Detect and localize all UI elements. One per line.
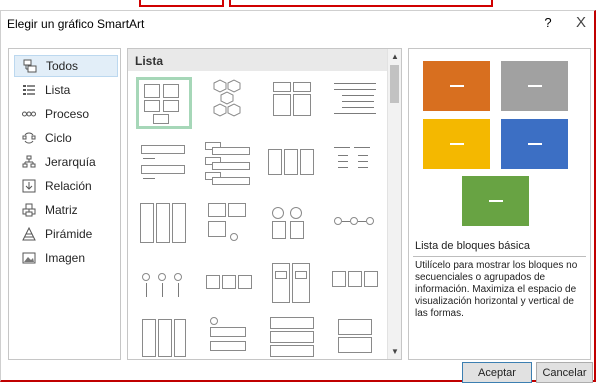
layout-tile-segmented-list[interactable] [264, 315, 320, 359]
category-relacion[interactable]: Relación [14, 175, 118, 197]
title-bar: Elegir un gráfico SmartArt ? X [1, 11, 594, 37]
category-piramide[interactable]: Pirámide [14, 223, 118, 245]
layout-tile-basic-block-list[interactable] [136, 77, 192, 129]
category-matriz[interactable]: Matriz [14, 199, 118, 221]
picture-icon [21, 250, 37, 266]
category-jerarquia[interactable]: Jerarquía [14, 151, 118, 173]
layout-tile-square-block-list[interactable] [328, 259, 384, 311]
category-label: Lista [45, 83, 71, 97]
layout-tile-table-list[interactable] [328, 139, 384, 191]
pyramid-icon [21, 226, 37, 242]
preview-block-yellow [423, 119, 490, 169]
category-list: Todos Lista Proceso Ciclo Jerarquía Rela… [8, 48, 121, 360]
preview-description: Utilícelo para mostrar los bloques no se… [415, 260, 578, 319]
preview-block-orange [423, 61, 490, 111]
layout-tile-horizontal-bullet-list[interactable] [264, 77, 320, 129]
category-ciclo[interactable]: Ciclo [14, 127, 118, 149]
layout-tile-lined-list[interactable] [328, 77, 384, 129]
help-button[interactable]: ? [541, 15, 555, 30]
close-button[interactable]: X [574, 14, 588, 31]
layout-tile-block-matrix-list[interactable] [328, 315, 384, 359]
all-icon [22, 58, 38, 74]
layout-tile-vertical-arrow-list[interactable] [200, 315, 256, 359]
category-todos[interactable]: Todos [14, 55, 118, 77]
layout-tile-grouped-list[interactable] [264, 259, 320, 311]
matrix-icon [21, 202, 37, 218]
scroll-down-icon[interactable]: ▼ [391, 347, 399, 356]
smartart-dialog: Elegir un gráfico SmartArt ? X Todos Lis… [0, 10, 596, 383]
layout-tile-hexagon-list[interactable] [200, 77, 256, 129]
category-label: Relación [45, 179, 92, 193]
layout-tile-vertical-bullet-list[interactable] [136, 139, 192, 191]
hierarchy-icon [21, 154, 37, 170]
cancel-button[interactable]: Cancelar [536, 362, 593, 383]
scroll-up-icon[interactable]: ▲ [391, 52, 399, 61]
list-icon [21, 82, 37, 98]
preview-block-green [462, 176, 529, 226]
relationship-icon [21, 178, 37, 194]
background-outline [229, 0, 493, 7]
layout-tile-vertical-circle-list[interactable] [136, 315, 192, 359]
scroll-thumb[interactable] [390, 65, 399, 103]
dialog-title: Elegir un gráfico SmartArt [7, 17, 145, 31]
cycle-icon [21, 130, 37, 146]
category-label: Matriz [45, 203, 78, 217]
layout-tile-trapezoid-list[interactable] [136, 199, 192, 251]
category-label: Jerarquía [45, 155, 96, 169]
preview-title: Lista de bloques básica [415, 240, 530, 252]
preview-panel: Lista de bloques básica Utilícelo para m… [408, 48, 591, 360]
layout-tile-bubble-list[interactable] [328, 199, 384, 251]
preview-divider [413, 256, 586, 257]
preview-block-gray [501, 61, 568, 111]
category-proceso[interactable]: Proceso [14, 103, 118, 125]
gallery-heading: Lista [128, 49, 388, 71]
category-label: Pirámide [45, 227, 93, 241]
layout-tile-stacked-list[interactable] [264, 139, 320, 191]
category-label: Proceso [45, 107, 90, 121]
gallery-scrollbar[interactable]: ▲ ▼ [387, 49, 401, 359]
preview-block-blue [501, 119, 568, 169]
layout-tile-pin-list[interactable] [136, 259, 192, 311]
background-strip [0, 0, 596, 10]
layout-tile-chevron-list[interactable] [200, 259, 256, 311]
process-icon [21, 106, 37, 122]
layout-tile-picture-caption-list[interactable] [200, 199, 256, 251]
category-label: Todos [46, 59, 79, 73]
layout-tile-vertical-box-list[interactable] [200, 139, 256, 191]
layout-gallery: Lista ▲ ▼ [127, 48, 402, 360]
background-outline [139, 0, 224, 7]
category-label: Imagen [45, 251, 86, 265]
category-lista[interactable]: Lista [14, 79, 118, 101]
category-imagen[interactable]: Imagen [14, 247, 118, 269]
ok-button[interactable]: Aceptar [462, 362, 532, 383]
layout-tile-circle-list[interactable] [264, 199, 320, 251]
category-label: Ciclo [45, 131, 72, 145]
